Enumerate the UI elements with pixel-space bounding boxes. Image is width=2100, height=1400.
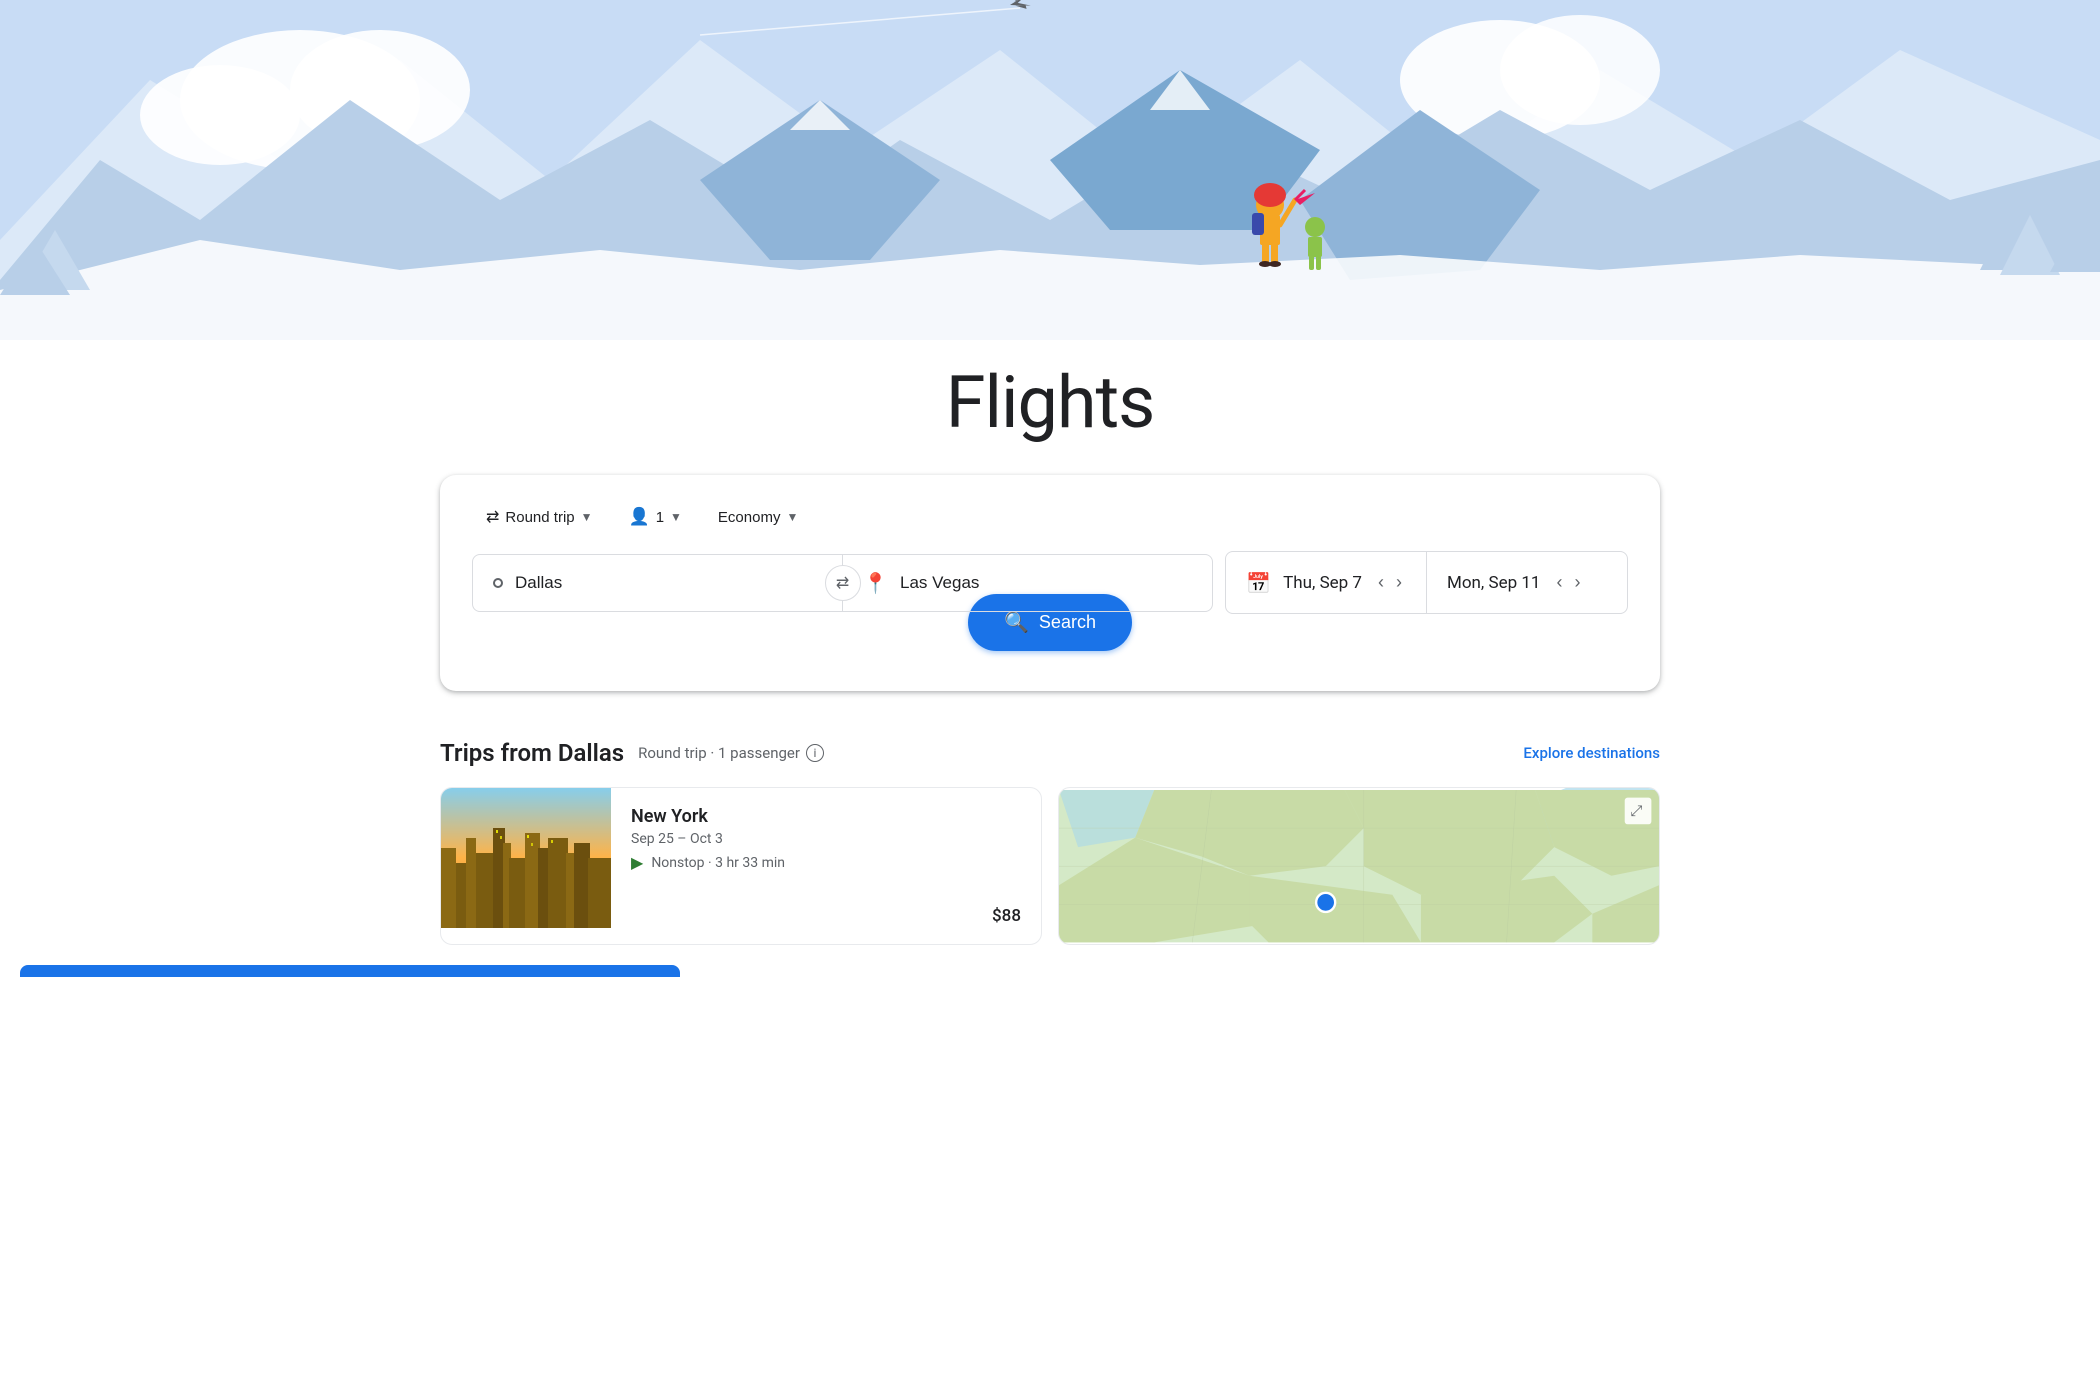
destination-input[interactable] [900, 573, 1192, 593]
destination-pin-icon: 📍 [863, 571, 888, 595]
trip-image-new-york [441, 788, 611, 928]
cabin-class-label: Economy [718, 509, 781, 526]
search-fields-row: ⇄ 📍 📅 Thu, Sep 7 ‹ › Mon, [472, 551, 1628, 614]
depart-date: Thu, Sep 7 [1283, 573, 1362, 593]
bottom-bar [20, 965, 680, 977]
trips-title-group: Trips from Dallas Round trip · 1 passeng… [440, 739, 824, 767]
search-btn-label: Search [1039, 612, 1096, 633]
depart-prev-button[interactable]: ‹ [1374, 568, 1388, 597]
trip-city: New York [631, 806, 1021, 827]
explore-destinations-link[interactable]: Explore destinations [1523, 744, 1660, 762]
trip-info-new-york: New York Sep 25 – Oct 3 ▶ Nonstop · 3 hr… [611, 788, 1041, 944]
return-prev-button[interactable]: ‹ [1552, 568, 1566, 597]
info-icon[interactable]: i [806, 744, 824, 762]
destination-field[interactable]: 📍 [843, 555, 1212, 611]
trip-type-button[interactable]: ⇄ Round trip ▼ [472, 499, 607, 535]
date-fields: 📅 Thu, Sep 7 ‹ › Mon, Sep 11 ‹ › [1225, 551, 1628, 614]
return-date-nav: ‹ › [1552, 568, 1584, 597]
trips-header: Trips from Dallas Round trip · 1 passeng… [440, 739, 1660, 767]
trip-flight-info: ▶ Nonstop · 3 hr 33 min [631, 853, 1021, 872]
page-title: Flights [0, 360, 2100, 445]
origin-dot-icon [493, 573, 503, 592]
trips-section: Trips from Dallas Round trip · 1 passeng… [420, 739, 1680, 945]
search-icon: 🔍 [1004, 610, 1029, 635]
passengers-button[interactable]: 👤 1 ▼ [615, 499, 696, 535]
trips-grid: New York Sep 25 – Oct 3 ▶ Nonstop · 3 hr… [440, 787, 1660, 945]
trip-card-new-york[interactable]: New York Sep 25 – Oct 3 ▶ Nonstop · 3 hr… [440, 787, 1042, 945]
trip-type-icon: ⇄ [486, 507, 499, 527]
return-date: Mon, Sep 11 [1447, 573, 1540, 593]
chevron-down-icon: ▼ [670, 510, 682, 524]
cabin-class-button[interactable]: Economy ▼ [704, 501, 812, 534]
trips-heading: Trips from Dallas [440, 739, 624, 767]
trip-type-label: Round trip [505, 509, 574, 526]
svg-text:⤢: ⤢ [1630, 802, 1643, 820]
page-title-section: Flights [0, 340, 2100, 475]
depart-date-field[interactable]: 📅 Thu, Sep 7 ‹ › [1226, 552, 1427, 613]
search-box: ⇄ Round trip ▼ 👤 1 ▼ Economy ▼ [440, 475, 1660, 691]
hero-banner [0, 0, 2100, 340]
trips-subtitle: Round trip · 1 passenger i [638, 744, 824, 762]
location-fields: ⇄ 📍 [472, 554, 1213, 612]
map-image: ⤢ [1059, 788, 1659, 944]
calendar-icon: 📅 [1246, 571, 1271, 595]
chevron-down-icon: ▼ [786, 510, 798, 524]
return-next-button[interactable]: › [1570, 568, 1584, 597]
flight-details: Nonstop · 3 hr 33 min [651, 855, 785, 871]
swap-icon: ⇄ [836, 573, 849, 593]
airline-icon: ▶ [631, 853, 643, 872]
depart-next-button[interactable]: › [1392, 568, 1406, 597]
person-icon: 👤 [629, 507, 650, 527]
swap-button[interactable]: ⇄ [825, 565, 861, 601]
depart-date-nav: ‹ › [1374, 568, 1406, 597]
origin-input[interactable] [515, 573, 822, 593]
trip-dates: Sep 25 – Oct 3 [631, 831, 1021, 847]
chevron-down-icon: ▼ [581, 510, 593, 524]
map-card[interactable]: ⤢ [1058, 787, 1660, 945]
return-date-field[interactable]: Mon, Sep 11 ‹ › [1427, 552, 1627, 613]
trip-price: $88 [631, 906, 1021, 926]
search-options-row: ⇄ Round trip ▼ 👤 1 ▼ Economy ▼ [472, 499, 1628, 535]
passenger-count: 1 [656, 509, 664, 526]
origin-field[interactable] [473, 555, 843, 611]
